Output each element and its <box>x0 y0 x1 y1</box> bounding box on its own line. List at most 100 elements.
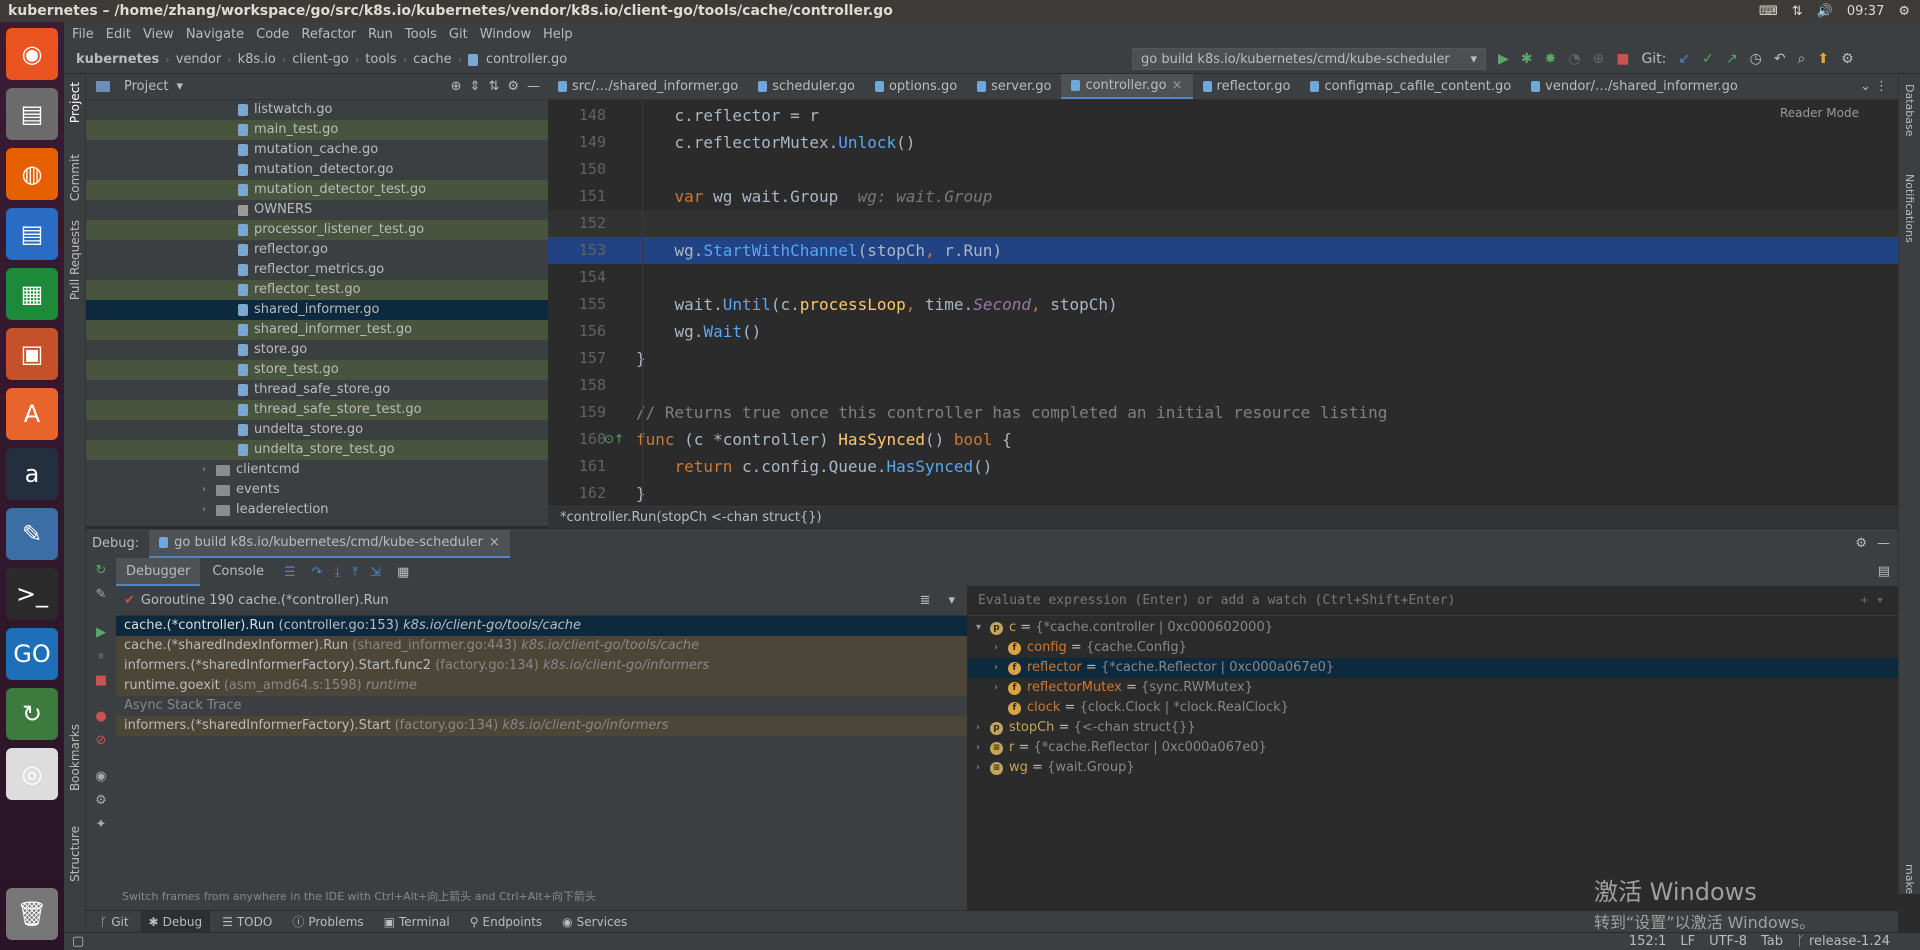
mute-breakpoints-icon[interactable]: ⊘ <box>86 728 116 752</box>
settings-icon[interactable]: ⚙ <box>86 788 116 812</box>
git-push-icon[interactable]: ↗ <box>1726 51 1738 67</box>
settings-icon[interactable]: ✎ <box>6 508 58 560</box>
trash-icon[interactable]: 🗑 <box>6 888 58 940</box>
code-line[interactable]: 154 <box>548 264 1898 291</box>
chevron-right-icon[interactable]: › <box>202 460 216 480</box>
tool-window-todo[interactable]: ☰ TODO <box>214 911 280 933</box>
tree-folder-item[interactable]: › clientcmd <box>86 460 548 480</box>
chevron-right-icon[interactable]: › <box>202 500 216 520</box>
run-configuration-select[interactable]: go build k8s.io/kubernetes/cmd/kube-sche… <box>1132 48 1486 70</box>
tree-file-item[interactable]: undelta_store_test.go <box>86 440 548 460</box>
tool-window-git[interactable]: ᚴ Git <box>92 911 137 933</box>
update-icon[interactable]: ⬆ <box>1817 51 1829 67</box>
variable-row[interactable]: › ≡ wg = {wait.Group} <box>968 758 1898 778</box>
stack-frame[interactable]: cache.(*sharedIndexInformer).Run (shared… <box>116 636 967 656</box>
line-number[interactable]: 148 <box>548 102 626 129</box>
files-icon[interactable]: ▤ <box>6 88 58 140</box>
profile-icon[interactable]: ◔ <box>1568 51 1580 67</box>
stop-icon[interactable]: ■ <box>1616 51 1629 67</box>
expand-arrow-icon[interactable]: › <box>976 758 990 778</box>
appstore-icon[interactable]: A <box>6 388 58 440</box>
wrench-icon[interactable]: ✎ <box>86 582 116 606</box>
run-icon[interactable]: ▶ <box>1498 51 1509 67</box>
stack-frame[interactable]: cache.(*controller).Run (controller.go:1… <box>116 616 967 636</box>
line-number[interactable]: 157 <box>548 345 626 372</box>
calc-icon[interactable]: ▦ <box>6 268 58 320</box>
amazon-icon[interactable]: a <box>6 448 58 500</box>
tree-file-item[interactable]: mutation_detector.go <box>86 160 548 180</box>
structure-tool-tab[interactable]: Structure <box>68 826 82 882</box>
debug-session-tab[interactable]: go build k8s.io/kubernetes/cmd/kube-sche… <box>149 529 510 558</box>
expand-arrow-icon[interactable]: › <box>994 638 1008 658</box>
code-line[interactable]: 149 c.reflectorMutex.Unlock() <box>548 129 1898 156</box>
ubuntu-icon[interactable]: ◉ <box>6 28 58 80</box>
terminal-icon[interactable]: >_ <box>6 568 58 620</box>
reader-mode-toggle[interactable]: Reader Mode <box>1780 106 1859 120</box>
gear-icon[interactable]: ⚙ <box>507 79 519 94</box>
tree-file-item[interactable]: undelta_store.go <box>86 420 548 440</box>
code-breadcrumb[interactable]: *controller.Run(stopCh <-chan struct{}) <box>548 506 1898 528</box>
expand-arrow-icon[interactable]: › <box>994 678 1008 698</box>
project-tool-tab[interactable]: Project <box>68 82 82 123</box>
coverage-icon[interactable]: ✸ <box>1545 51 1557 67</box>
code-line[interactable]: 153 wg.StartWithChannel(stopCh, r.Run) <box>548 237 1898 264</box>
chevron-right-icon[interactable]: › <box>202 480 216 500</box>
git-commit-icon[interactable]: ✓ <box>1702 51 1714 67</box>
menu-refactor[interactable]: Refactor <box>301 27 356 42</box>
menu-code[interactable]: Code <box>256 27 289 42</box>
tree-file-item[interactable]: store.go <box>86 340 548 360</box>
close-icon[interactable]: × <box>489 535 500 550</box>
goland-icon[interactable]: GO <box>6 628 58 680</box>
tool-window-debug[interactable]: ✱ Debug <box>140 910 211 933</box>
editor-tab[interactable]: src/…/shared_informer.go <box>548 74 748 99</box>
pull-requests-tool-tab[interactable]: Pull Requests <box>68 220 82 300</box>
line-number[interactable]: 159 <box>548 399 626 426</box>
tool-window-services[interactable]: ◉ Services <box>554 911 635 933</box>
line-number[interactable]: 153 <box>548 237 626 264</box>
chevron-down-icon[interactable]: ▾ <box>936 593 967 608</box>
clock[interactable]: 09:37 <box>1847 4 1884 19</box>
code-line[interactable]: 148 c.reflector = r <box>548 102 1898 129</box>
editor-tab[interactable]: controller.go × <box>1061 74 1193 99</box>
tree-file-item[interactable]: processor_listener_test.go <box>86 220 548 240</box>
project-title[interactable]: Project <box>124 79 168 94</box>
run-to-cursor-icon[interactable]: ⇲ <box>370 565 381 580</box>
hide-icon[interactable]: — <box>527 79 548 94</box>
stack-frame[interactable]: informers.(*sharedInformerFactory).Start… <box>116 656 967 676</box>
updater-icon[interactable]: ↻ <box>6 688 58 740</box>
editor-tab[interactable]: vendor/…/shared_informer.go <box>1521 74 1748 99</box>
search-icon[interactable]: ⌕ <box>1798 51 1806 67</box>
expand-arrow-icon[interactable]: › <box>976 738 990 758</box>
view-breakpoints-icon[interactable]: ● <box>86 704 116 728</box>
line-number[interactable]: 149 <box>548 129 626 156</box>
keyboard-icon[interactable]: ⌨ <box>1759 4 1778 19</box>
close-icon[interactable]: × <box>1172 78 1183 93</box>
variable-row[interactable]: › f reflector = {*cache.Reflector | 0xc000… <box>968 658 1898 678</box>
menu-edit[interactable]: Edit <box>106 27 131 42</box>
line-number[interactable]: 155 <box>548 291 626 318</box>
writer-icon[interactable]: ▤ <box>6 208 58 260</box>
breadcrumb-item[interactable]: tools <box>365 52 396 67</box>
expand-icon[interactable]: ⇅ <box>488 79 499 94</box>
breadcrumb-item[interactable]: client-go <box>292 52 349 67</box>
line-separator[interactable]: LF <box>1680 934 1695 949</box>
evaluate-expression-input[interactable]: Evaluate expression (Enter) or add a wat… <box>968 586 1898 616</box>
chevron-down-icon[interactable]: ▾ <box>176 79 183 94</box>
code-line[interactable]: 160 func (c *controller) HasSynced() bool… <box>548 426 1898 453</box>
editor-tab[interactable]: options.go <box>865 74 967 99</box>
add-watch-icon[interactable]: + ▾ <box>1861 593 1898 608</box>
commit-tool-tab[interactable]: Commit <box>68 154 82 201</box>
tree-folder-item[interactable]: › leaderelection <box>86 500 548 520</box>
variable-row[interactable]: › ≡ r = {*cache.Reflector | 0xc000a067e0} <box>968 738 1898 758</box>
line-number[interactable]: 151 <box>548 183 626 210</box>
line-number[interactable]: 158 <box>548 372 626 399</box>
variable-row[interactable]: › p stopCh = {<-chan struct{}} <box>968 718 1898 738</box>
git-branch[interactable]: ᚴ release-1.24 <box>1797 934 1890 949</box>
menu-git[interactable]: Git <box>449 27 468 42</box>
tool-window-terminal[interactable]: ▣ Terminal <box>376 911 458 933</box>
bookmarks-tool-tab[interactable]: Bookmarks <box>68 724 82 791</box>
gear-icon[interactable]: ⚙ <box>1855 536 1867 551</box>
breadcrumb-item[interactable]: k8s.io <box>238 52 276 67</box>
tree-file-item[interactable]: mutation_detector_test.go <box>86 180 548 200</box>
menu-tools[interactable]: Tools <box>405 27 437 42</box>
